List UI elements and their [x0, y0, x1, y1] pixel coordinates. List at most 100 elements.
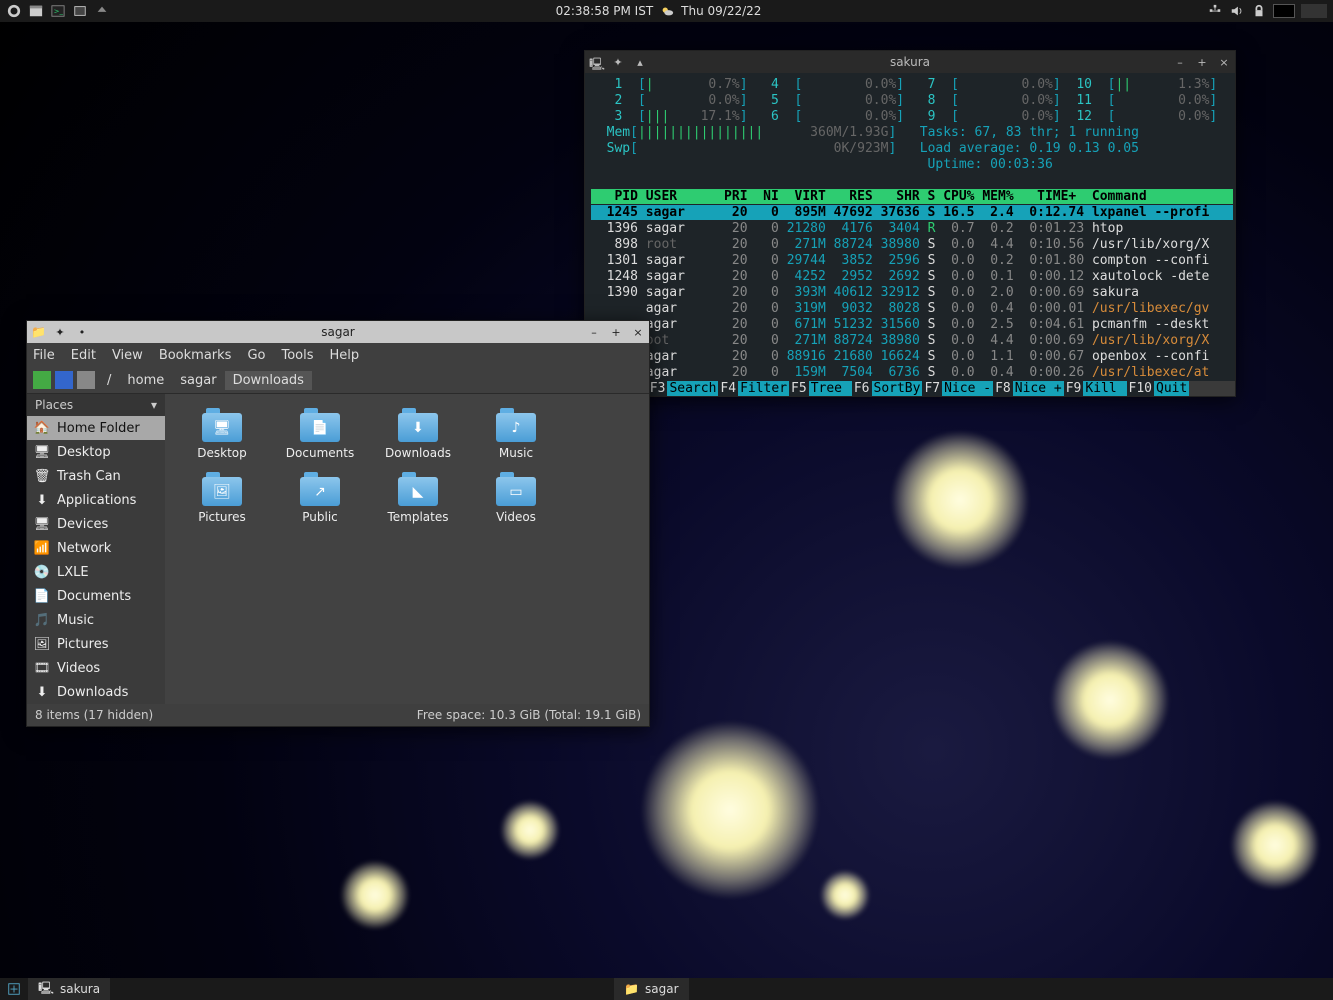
weather-icon[interactable]: [659, 3, 675, 19]
status-item-count: 8 items (17 hidden): [35, 708, 153, 722]
network-icon[interactable]: [1207, 3, 1223, 19]
folder-label: Templates: [387, 510, 448, 524]
add-workspace-icon[interactable]: [6, 981, 22, 997]
bottom-panel: 🖳 sakura 📁sagar: [0, 978, 1333, 1000]
maximize-button[interactable]: +: [1194, 54, 1210, 70]
task-sakura[interactable]: 🖳 sakura: [28, 978, 110, 1000]
sidebar-item-trash-can[interactable]: 🗑Trash Can: [27, 464, 165, 488]
volume-icon[interactable]: [1229, 3, 1245, 19]
folder-label: Documents: [286, 446, 354, 460]
clock-time[interactable]: 02:38:58 PM IST: [556, 4, 654, 18]
close-button[interactable]: ×: [630, 324, 646, 340]
folder-label: Music: [499, 446, 533, 460]
menu-bookmarks[interactable]: Bookmarks: [159, 348, 232, 363]
menu-file[interactable]: File: [33, 348, 55, 363]
nav-button[interactable]: [55, 371, 73, 389]
sidebar-item-lxle[interactable]: 💿 LXLE: [27, 560, 165, 584]
sidebar-item-devices[interactable]: 🖥Devices: [27, 512, 165, 536]
close-button[interactable]: ×: [1216, 54, 1232, 70]
crumb-root[interactable]: /: [99, 371, 119, 390]
download-icon: ⬇: [33, 683, 51, 701]
folder-icon: 📁: [31, 325, 45, 339]
folder-pictures[interactable]: 🖼Pictures: [175, 468, 269, 528]
folder-label: Videos: [496, 510, 536, 524]
maximize-button[interactable]: +: [608, 324, 624, 340]
folder-videos[interactable]: ▭Videos: [469, 468, 563, 528]
sidebar-item-music[interactable]: 🎵 Music: [27, 608, 165, 632]
sidebar-item-videos[interactable]: 🎞Videos: [27, 656, 165, 680]
music-icon: 🎵: [33, 611, 51, 629]
sidebar-item-applications[interactable]: ⬇ Applications: [27, 488, 165, 512]
show-desktop-icon[interactable]: [72, 3, 88, 19]
file-manager-launcher-icon[interactable]: [28, 3, 44, 19]
fm-sidebar: Places ▾ 🏠Home Folder🖥Desktop🗑Trash Can⬇…: [27, 394, 165, 704]
main-menu-icon[interactable]: [6, 3, 22, 19]
sidebar-item-label: Documents: [57, 589, 131, 604]
status-free-space: Free space: 10.3 GiB (Total: 19.1 GiB): [417, 708, 641, 722]
disk-icon: 💿: [33, 563, 51, 581]
apps-icon: ⬇: [33, 491, 51, 509]
top-panel: >_ 02:38:58 PM IST Thu 09/22/22: [0, 0, 1333, 22]
new-tab-button[interactable]: [33, 371, 51, 389]
sidebar-item-documents[interactable]: 📄Documents: [27, 584, 165, 608]
tray-spacer: [1301, 4, 1327, 18]
sidebar-item-home-folder[interactable]: 🏠Home Folder: [27, 416, 165, 440]
fm-icon-view[interactable]: 🖥Desktop 📄 Documents ⬇Downloads♪Music 🖼Pictu…: [165, 394, 649, 704]
folder-documents[interactable]: 📄 Documents: [273, 404, 367, 464]
sidebar-item-label: Trash Can: [57, 469, 121, 484]
folder-downloads[interactable]: ⬇Downloads: [371, 404, 465, 464]
desktop-icon: 🖥: [33, 443, 51, 461]
crumb-home[interactable]: home: [119, 371, 172, 390]
shade-button[interactable]: •: [74, 324, 90, 340]
sidebar-item-pictures[interactable]: 🖼Pictures: [27, 632, 165, 656]
menu-edit[interactable]: Edit: [71, 348, 96, 363]
htop-function-bar[interactable]: 2Setup F3SearchF4FilterF5Tree F6SortByF7…: [585, 381, 1235, 396]
clock-date[interactable]: Thu 09/22/22: [681, 4, 761, 18]
lock-icon[interactable]: [1251, 3, 1267, 19]
task-icon: 🖳: [38, 979, 54, 1000]
folder-icon: ↗: [300, 472, 340, 506]
sidebar-item-label: Desktop: [57, 445, 111, 460]
sidebar-item-label: Home Folder: [57, 421, 140, 436]
task-label: sakura: [60, 982, 100, 996]
sidebar-item-label: Music: [57, 613, 94, 628]
folder-icon: ◣: [398, 472, 438, 506]
folder-templates[interactable]: ◣ Templates: [371, 468, 465, 528]
sidebar-item-downloads[interactable]: ⬇Downloads: [27, 680, 165, 704]
terminal-launcher-icon[interactable]: >_: [50, 3, 66, 19]
arrow-up-icon[interactable]: [94, 3, 110, 19]
battery-icon[interactable]: [1273, 4, 1295, 18]
home-button[interactable]: [77, 371, 95, 389]
minimize-button[interactable]: –: [586, 324, 602, 340]
terminal-content[interactable]: 1 [| 0.7%] 4 [ 0.0%] 7 [ 0.0%] 10 [|| 1.…: [585, 73, 1235, 381]
sidebar-item-label: Applications: [57, 493, 136, 508]
crumb-Downloads[interactable]: Downloads: [225, 371, 312, 390]
desktop[interactable]: >_ 02:38:58 PM IST Thu 09/22/22 🖳 ✦ ▴ sa…: [0, 0, 1333, 1000]
minimize-button[interactable]: –: [1172, 54, 1188, 70]
network-icon: 📶: [33, 539, 51, 557]
wallpaper-orb: [890, 430, 1030, 570]
sidebar-item-label: Network: [57, 541, 111, 556]
folder-music[interactable]: ♪Music: [469, 404, 563, 464]
shade-button[interactable]: ▴: [632, 54, 648, 70]
folder-icon: 📄: [300, 408, 340, 442]
menu-go[interactable]: Go: [247, 348, 265, 363]
pin-button[interactable]: ✦: [52, 324, 68, 340]
pictures-icon: 🖼: [33, 635, 51, 653]
task-sagar[interactable]: 📁sagar: [614, 978, 688, 1000]
fm-titlebar[interactable]: 📁 ✦ • sagar – + ×: [27, 321, 649, 343]
menu-view[interactable]: View: [112, 348, 143, 363]
folder-icon: ⬇: [398, 408, 438, 442]
crumb-sagar[interactable]: sagar: [172, 371, 224, 390]
terminal-titlebar[interactable]: 🖳 ✦ ▴ sakura – + ×: [585, 51, 1235, 73]
menu-help[interactable]: Help: [330, 348, 360, 363]
sidebar-item-label: LXLE: [57, 565, 89, 580]
menu-tools[interactable]: Tools: [281, 348, 313, 363]
sidebar-item-desktop[interactable]: 🖥 Desktop: [27, 440, 165, 464]
sidebar-item-network[interactable]: 📶 Network: [27, 536, 165, 560]
devices-icon: 🖥: [33, 515, 51, 533]
folder-public[interactable]: ↗Public: [273, 468, 367, 528]
folder-desktop[interactable]: 🖥Desktop: [175, 404, 269, 464]
places-header[interactable]: Places ▾: [27, 394, 165, 416]
pin-button[interactable]: ✦: [610, 54, 626, 70]
